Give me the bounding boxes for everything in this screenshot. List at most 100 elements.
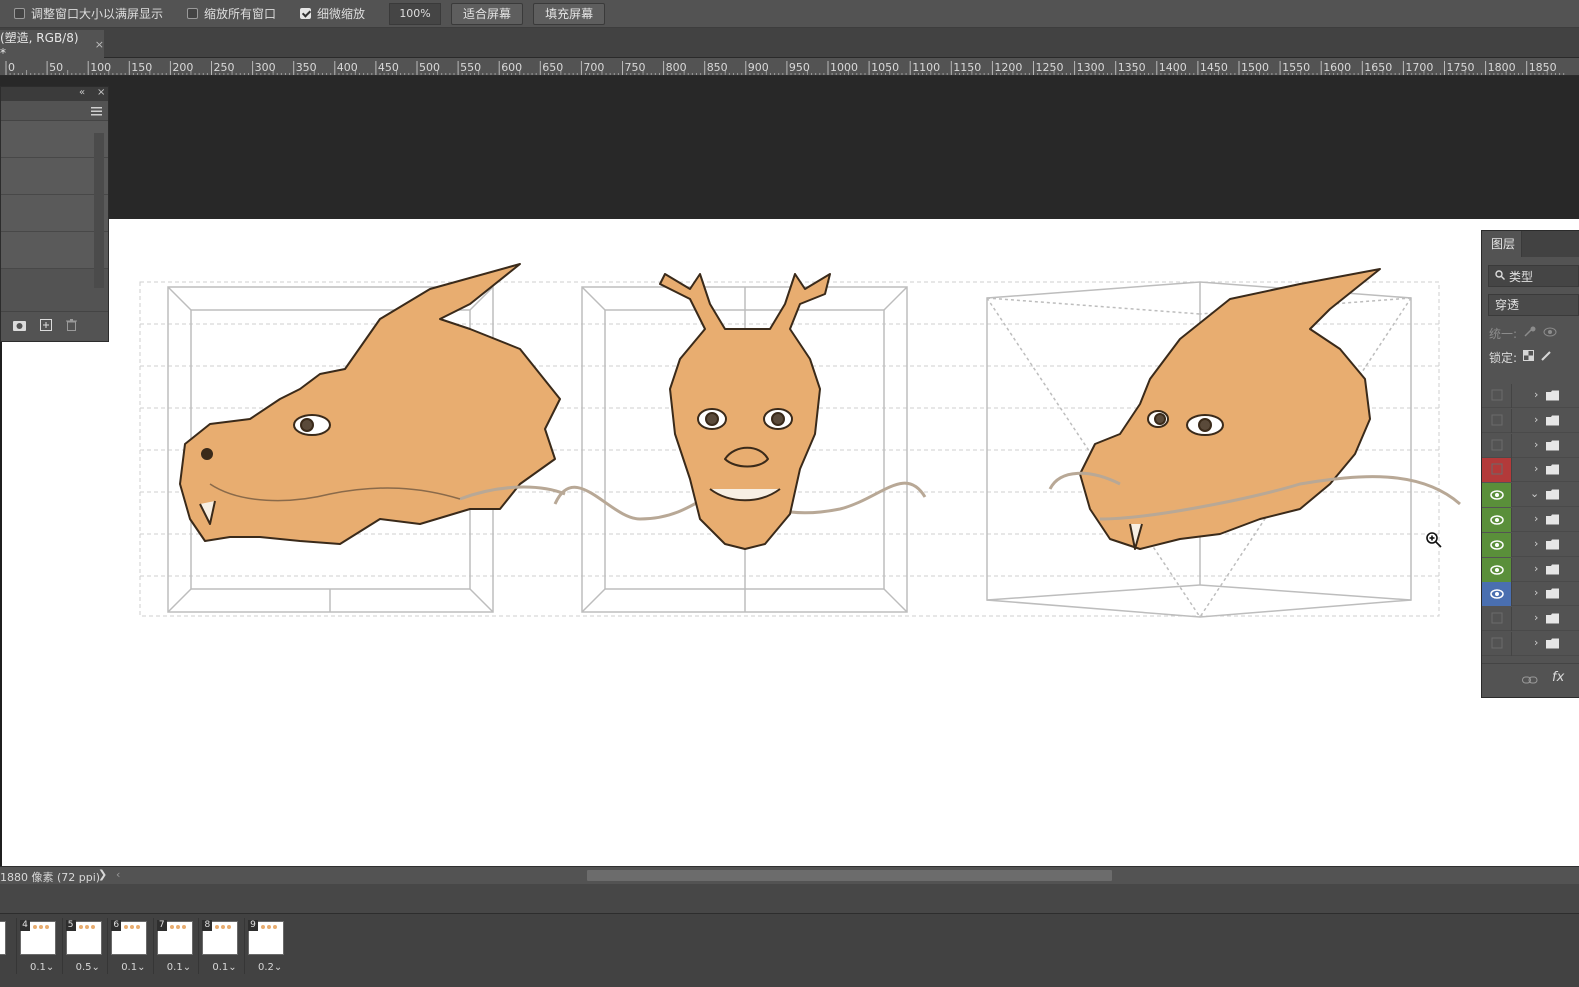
status-menu-arrow[interactable]: ❯ (98, 868, 107, 881)
layer-row[interactable]: › (1482, 408, 1579, 433)
chevron-right-icon[interactable]: › (1534, 462, 1538, 475)
visibility-toggle[interactable] (1482, 582, 1512, 607)
fx-icon[interactable]: fx (1552, 670, 1564, 685)
layer-row[interactable]: › (1482, 532, 1579, 557)
chevron-right-icon[interactable]: › (1534, 388, 1538, 401)
close-icon[interactable]: × (97, 87, 105, 98)
timeline-frame[interactable] (0, 918, 12, 976)
ruler-label: 1300 (1077, 61, 1105, 74)
chevron-right-icon[interactable]: › (1534, 413, 1538, 426)
chevron-right-icon[interactable]: › (1534, 438, 1538, 451)
layer-row[interactable]: › (1482, 458, 1579, 483)
document-canvas[interactable] (0, 219, 1579, 868)
zoom-all-option[interactable]: 缩放所有窗口 (187, 5, 276, 22)
visibility-toggle[interactable] (1482, 433, 1512, 458)
horizontal-ruler[interactable]: 0 50 100 150 200 250 300 350 400 450 500 550 600 650 7… (0, 59, 1579, 76)
zoom-percent-field[interactable]: 100% (389, 2, 442, 25)
scroll-left-arrow[interactable]: ‹ (116, 868, 120, 881)
visibility-toggle[interactable] (1482, 607, 1512, 632)
resize-windows-option[interactable]: 调整窗口大小以满屏显示 (14, 5, 163, 22)
chevron-down-icon[interactable]: ⌄ (1530, 487, 1539, 500)
visibility-toggle[interactable] (1482, 483, 1512, 508)
panel-list-item[interactable] (1, 121, 108, 158)
layer-row[interactable]: › (1482, 433, 1579, 458)
visibility-toggle[interactable] (1482, 458, 1512, 483)
blend-mode-select[interactable]: 穿透 (1488, 294, 1579, 316)
visibility-toggle[interactable] (1482, 384, 1512, 408)
layer-row[interactable]: › (1482, 557, 1579, 582)
fill-screen-button[interactable]: 填充屏幕 (533, 2, 606, 25)
ruler-label: 800 (666, 61, 687, 74)
chevron-right-icon[interactable]: › (1534, 586, 1538, 599)
panel-scrollbar[interactable] (94, 133, 104, 288)
timeline-header (0, 884, 1579, 914)
layer-row[interactable]: ⌄ (1482, 483, 1579, 508)
layer-row[interactable]: › (1482, 582, 1579, 607)
document-info[interactable]: 1880 像素 (72 ppi) (0, 869, 100, 885)
zoom-all-checkbox[interactable] (187, 8, 199, 19)
ruler-label: 550 (460, 61, 481, 74)
frame-separator (198, 918, 200, 974)
horizontal-scrollbar-thumb[interactable] (587, 870, 1112, 881)
unify-position-icon[interactable] (1523, 326, 1537, 341)
layer-row[interactable]: › (1482, 607, 1579, 632)
resize-windows-checkbox[interactable] (14, 8, 25, 19)
frame-delay[interactable]: 0.1⌄ (121, 962, 145, 973)
visibility-toggle[interactable] (1482, 508, 1512, 532)
timeline-frames: 4 0.1⌄ 5 0.5⌄ 6 0.1⌄ 7 0.1⌄ 8 0.1⌄ 9 0.2⌄ (0, 914, 1579, 987)
ruler-label: 1850 (1529, 61, 1557, 74)
folder-icon (1546, 638, 1560, 652)
unify-visibility-icon[interactable] (1543, 326, 1557, 340)
timeline-frame[interactable]: 7 0.1⌄ (152, 918, 199, 976)
document-tab-title: (塑造, RGB/8) * (0, 30, 79, 60)
panel-menu-icon[interactable] (91, 105, 102, 119)
ruler-label: 250 (214, 61, 235, 74)
scrubby-zoom-option[interactable]: 细微缩放 (300, 5, 365, 22)
chevron-right-icon[interactable]: › (1534, 611, 1538, 624)
close-icon[interactable]: × (95, 38, 104, 51)
ruler-label: 650 (542, 61, 563, 74)
ruler-label: 1750 (1447, 61, 1475, 74)
mask-icon[interactable] (13, 320, 26, 334)
document-tab[interactable]: (塑造, RGB/8) * × (0, 30, 104, 60)
folder-icon (1546, 588, 1560, 602)
frame-delay[interactable]: 0.5⌄ (76, 962, 100, 973)
chevron-right-icon[interactable]: › (1534, 512, 1538, 525)
layer-filter-select[interactable]: 类型 (1488, 265, 1579, 287)
timeline-frame[interactable]: 6 0.1⌄ (107, 918, 153, 976)
ruler-label: 1250 (1036, 61, 1064, 74)
chevron-right-icon[interactable]: › (1534, 562, 1538, 575)
timeline-frame[interactable]: 9 0.2⌄ (244, 918, 290, 976)
fit-screen-button[interactable]: 适合屏幕 (451, 2, 524, 25)
layer-row[interactable]: › (1482, 632, 1579, 656)
tab-layers[interactable]: 图层 (1482, 231, 1522, 257)
link-icon[interactable] (1522, 674, 1538, 688)
eye-off-icon (1491, 439, 1503, 451)
panel-list-item[interactable] (1, 232, 108, 269)
visibility-toggle[interactable] (1482, 532, 1512, 557)
timeline-frame[interactable]: 8 0.1⌄ (198, 918, 244, 976)
layer-row[interactable]: › (1482, 508, 1579, 532)
frame-delay[interactable]: 0.1⌄ (167, 962, 191, 973)
collapse-icon[interactable]: « (79, 87, 85, 98)
chevron-right-icon[interactable]: › (1534, 636, 1538, 649)
visibility-toggle[interactable] (1482, 632, 1512, 656)
ruler-label: 1100 (912, 61, 940, 74)
visibility-toggle[interactable] (1482, 557, 1512, 582)
scrubby-zoom-checkbox[interactable] (300, 8, 312, 19)
visibility-toggle[interactable] (1482, 408, 1512, 433)
timeline-frame[interactable]: 4 0.1⌄ (16, 918, 62, 976)
document-tabbar: (塑造, RGB/8) * × (0, 28, 1579, 60)
trash-icon[interactable] (66, 319, 77, 334)
panel-list-item[interactable] (1, 158, 108, 195)
lock-paint-icon[interactable] (1540, 350, 1552, 365)
lock-transparency-icon[interactable] (1523, 350, 1535, 364)
layer-row[interactable]: › (1482, 384, 1579, 408)
panel-list-item[interactable] (1, 195, 108, 232)
chevron-right-icon[interactable]: › (1534, 537, 1538, 550)
timeline-frame[interactable]: 5 0.5⌄ (61, 918, 108, 976)
frame-delay[interactable]: 0.1⌄ (30, 962, 54, 973)
frame-delay[interactable]: 0.1⌄ (212, 962, 236, 973)
frame-delay[interactable]: 0.2⌄ (258, 962, 282, 973)
new-item-icon[interactable] (40, 319, 52, 334)
